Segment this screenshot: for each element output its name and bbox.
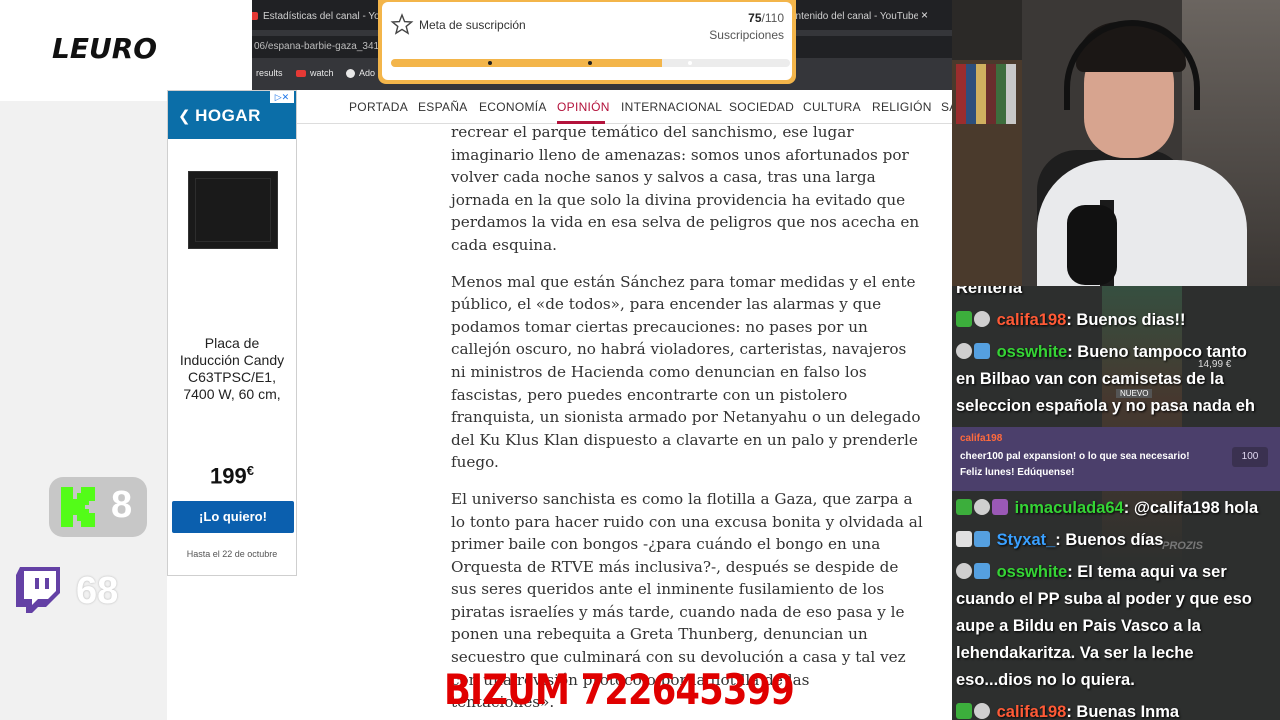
badge-icon (974, 499, 990, 515)
chat-message-partial: Rentería (956, 286, 1023, 297)
badge-icon (974, 563, 990, 579)
subscription-goal-card: Meta de suscripción 75/110 Suscripciones (382, 2, 792, 80)
goal-unit: Suscripciones (709, 28, 784, 42)
chat-username[interactable]: califa198 (997, 703, 1067, 720)
cheer-username: califa198 (960, 433, 1003, 444)
badge-icon (956, 499, 972, 515)
webcam-feed (952, 0, 1280, 286)
badge-icon (956, 563, 972, 579)
channel-logo: LEURO (52, 32, 158, 65)
twitch-viewer-count: 68 (76, 570, 119, 612)
section-nav: PORTADA ESPAÑA ECONOMÍA OPINIÓN INTERNAC… (297, 90, 957, 124)
cooktop-surface (195, 178, 271, 242)
badge-icon (974, 343, 990, 359)
cheer-amount: 100 (1232, 447, 1268, 467)
carrefour-logo-icon: ❮ (178, 108, 192, 125)
bizum-donation-text: BIZUM 722645399 (444, 665, 795, 714)
bookmark-icon (346, 69, 355, 79)
tab-youtube-stats[interactable]: Estadísticas del canal - YouTub (250, 6, 380, 28)
ad-product-image (188, 171, 278, 249)
chat-message: Styxat_: Buenos días (956, 527, 1278, 554)
youtube-icon (296, 70, 306, 78)
ad-header: ❮ HOGAR ▷✕ (168, 91, 296, 139)
chat-message: califa198: Buenos dias!! (956, 307, 1278, 334)
chat-message-continuation: en Bilbao van con camisetas de la (956, 370, 1224, 388)
ad-cta-button[interactable]: ¡Lo quiero! (172, 501, 294, 533)
twitch-icon (16, 567, 60, 613)
chat-message: osswhite: Bueno tampoco tanto (956, 339, 1278, 366)
chat-username[interactable]: osswhite (997, 343, 1068, 361)
stream-chat: 14,99 € NUEVO PROZIS Rentería califa198:… (952, 286, 1280, 720)
article-page: PORTADA ESPAÑA ECONOMÍA OPINIÓN INTERNAC… (297, 90, 957, 720)
cheer-alert: califa198 cheer100 pal expansion! o lo q… (952, 427, 1280, 491)
kick-icon (61, 487, 95, 527)
badge-icon (956, 343, 972, 359)
ad-brand: ❮ HOGAR (178, 106, 261, 125)
kick-viewer-count: 8 (111, 484, 133, 526)
chat-message: inmaculada64: @califa198 hola (956, 495, 1278, 522)
nav-espana[interactable]: ESPAÑA (418, 100, 468, 114)
ad-validity: Hasta el 22 de octubre (186, 549, 278, 559)
article-body: recrear el parque temático del sanchismo… (451, 121, 951, 720)
goal-milestone-marker (488, 61, 492, 65)
microphone-icon (1067, 205, 1117, 285)
nav-portada[interactable]: PORTADA (349, 100, 408, 114)
nav-opinion[interactable]: OPINIÓN (557, 100, 610, 114)
badge-icon (974, 311, 990, 327)
article-paragraph: Menos mal que están Sánchez para tomar m… (451, 272, 921, 472)
nav-internacional[interactable]: INTERNACIONAL (621, 100, 722, 114)
chat-username[interactable]: inmaculada64 (1015, 499, 1124, 517)
chat-message: osswhite: El tema aqui va ser (956, 559, 1278, 586)
chat-username[interactable]: califa198 (997, 311, 1067, 329)
badge-icon (974, 703, 990, 719)
star-icon (390, 13, 414, 35)
nav-religion[interactable]: RELIGIÓN (872, 100, 932, 114)
kick-counter: 8 (49, 477, 147, 537)
subscription-goal-widget: Meta de suscripción 75/110 Suscripciones (378, 0, 796, 84)
tab-youtube-content[interactable]: ontenido del canal - YouTube (790, 6, 918, 28)
ad-product-name: Placa de Inducción Candy C63TPSC/E1, 740… (179, 335, 285, 402)
bookmark-ado[interactable]: Ado (346, 62, 375, 84)
chat-message-continuation: lehendakaritza. Va ser la leche (956, 644, 1194, 662)
goal-milestone-marker (588, 61, 592, 65)
bookmark-results[interactable]: results (256, 62, 283, 84)
chat-username[interactable]: osswhite (997, 563, 1068, 581)
goal-count: 75/110 (748, 11, 784, 25)
left-panel (0, 101, 167, 720)
badge-icon (956, 703, 972, 719)
badge-icon (974, 531, 990, 547)
goal-title: Meta de suscripción (419, 18, 526, 32)
ad-price: 199€ (210, 463, 254, 489)
chat-message-continuation: eso...dios no lo quiera. (956, 671, 1135, 689)
ad-banner[interactable]: ❮ HOGAR ▷✕ Placa de Inducción Candy C63TP… (167, 90, 297, 576)
bookmark-watch[interactable]: watch (296, 62, 334, 84)
chat-username[interactable]: Styxat_ (997, 531, 1056, 549)
article-paragraph: recrear el parque temático del sanchismo… (451, 123, 920, 254)
badge-icon (956, 311, 972, 327)
nav-economia[interactable]: ECONOMÍA (479, 100, 547, 114)
nav-cultura[interactable]: CULTURA (803, 100, 861, 114)
chat-message: califa198: Buenas Inma (956, 699, 1278, 720)
cheer-message: cheer100 pal expansion! o lo que sea nec… (960, 451, 1190, 478)
goal-milestone-marker (688, 61, 692, 65)
logo-overlay: LEURO (0, 0, 252, 101)
close-tab-icon[interactable]: × (921, 8, 928, 22)
chat-message-continuation: cuando el PP suba al poder y que eso (956, 590, 1252, 608)
chat-message-continuation: seleccion española y no pasa nada eh (956, 397, 1255, 415)
adchoices-icon[interactable]: ▷✕ (270, 91, 294, 103)
nav-sociedad[interactable]: SOCIEDAD (729, 100, 794, 114)
badge-icon (992, 499, 1008, 515)
chat-message-continuation: aupe a Bildu en Pais Vasco a la (956, 617, 1201, 635)
webcam-books (956, 64, 1016, 124)
badge-icon (956, 531, 972, 547)
goal-progress-fill (391, 59, 663, 67)
